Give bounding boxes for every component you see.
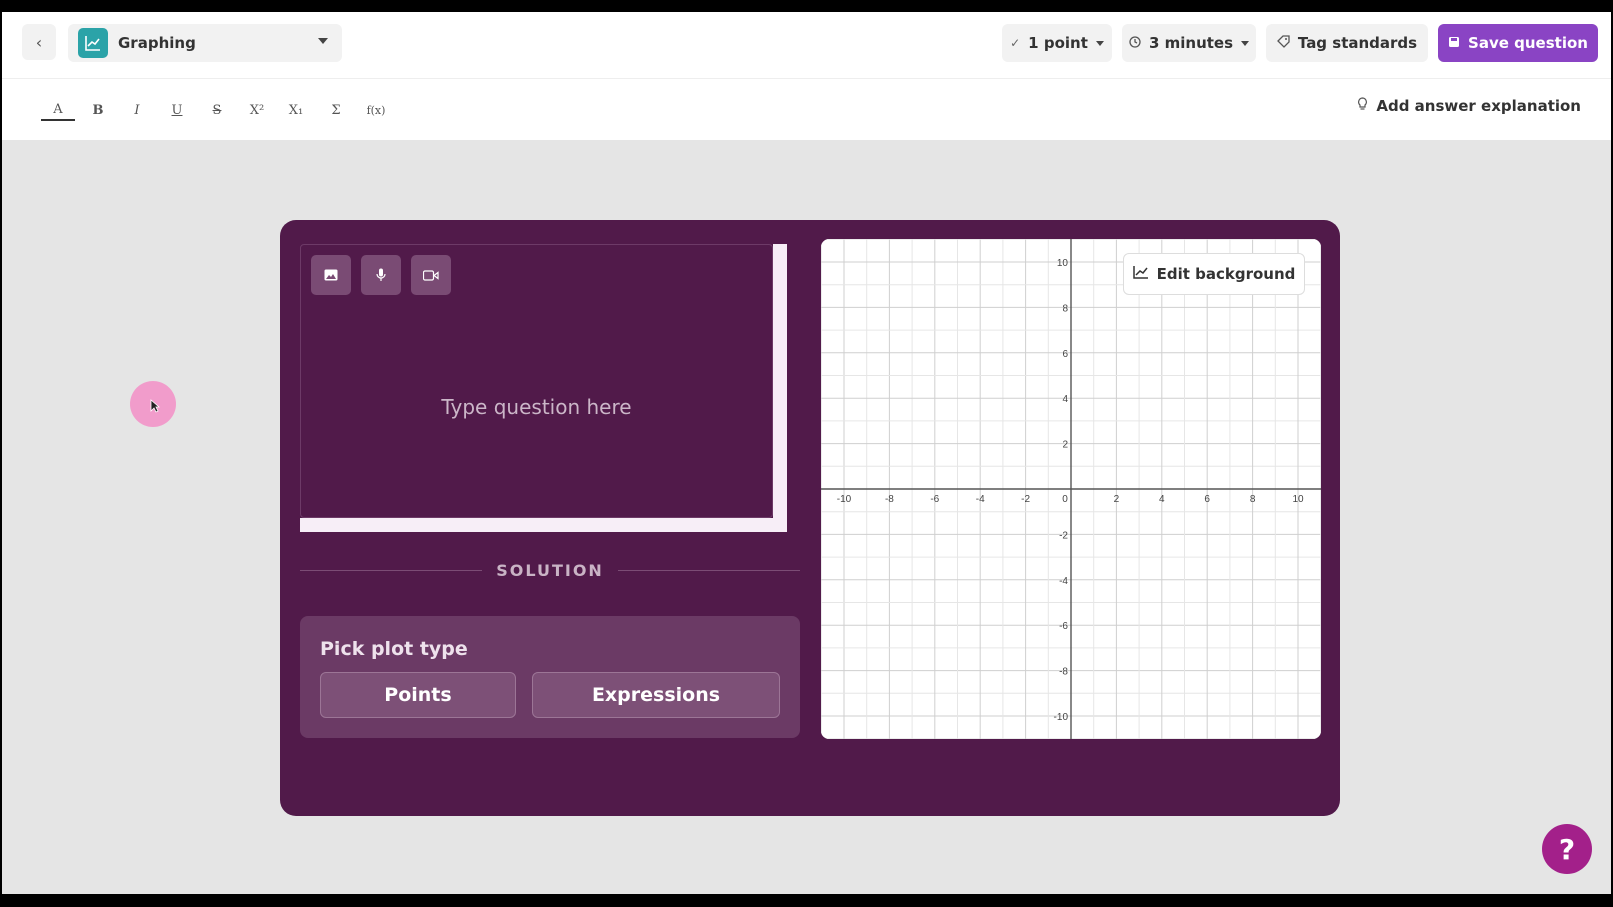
lightbulb-icon	[1357, 97, 1368, 115]
strikethrough-button[interactable]: S	[200, 99, 234, 121]
edit-background-button[interactable]: Edit background	[1123, 253, 1305, 295]
y-tick-label: 4	[1062, 394, 1068, 405]
question-type-label: Graphing	[118, 34, 196, 52]
y-tick-label: 10	[1057, 258, 1069, 269]
x-tick-label: 2	[1114, 494, 1120, 505]
y-tick-label: 2	[1062, 440, 1068, 451]
y-tick-label: -6	[1059, 621, 1068, 632]
italic-button[interactable]: I	[120, 99, 154, 121]
question-editor[interactable]: Type question here	[300, 244, 773, 518]
text-color-button[interactable]: A	[41, 99, 75, 121]
edit-background-label: Edit background	[1156, 265, 1296, 283]
points-dropdown[interactable]: ✓ 1 point	[1002, 24, 1112, 62]
solution-label: SOLUTION	[496, 560, 604, 580]
caret-down-icon	[1241, 40, 1250, 46]
x-tick-label: -6	[930, 494, 939, 505]
time-label: 3 minutes	[1148, 34, 1234, 52]
bold-button[interactable]: B	[81, 99, 115, 121]
check-icon: ✓	[1010, 36, 1021, 50]
y-tick-label: 8	[1062, 303, 1068, 314]
x-tick-label: 8	[1250, 494, 1256, 505]
function-button[interactable]: f(x)	[359, 99, 393, 121]
underline-button[interactable]: U	[160, 99, 194, 121]
save-icon	[1448, 34, 1460, 52]
tag-standards-label: Tag standards	[1297, 34, 1418, 52]
editor-resize-edge	[300, 518, 787, 532]
app-window: ‹ Graphing ✓ 1 point 3 minutes Tag stand	[2, 12, 1611, 894]
format-toolbar: A B I U S X² X₁ Σ f(x) Add answer explan…	[2, 78, 1611, 140]
plot-type-panel: Pick plot type Points Expressions	[300, 616, 800, 738]
add-explanation-button[interactable]: Add answer explanation	[1357, 97, 1581, 115]
coordinate-grid: -10 -8 -6 -4 -2 0 2 4 6 8 10 10 8 6 4 2 -2 -4 -6 -8 -10	[821, 239, 1321, 739]
cursor-highlight	[130, 381, 176, 427]
solution-divider: SOLUTION	[300, 558, 801, 582]
save-question-button[interactable]: Save question	[1438, 24, 1598, 62]
expressions-option-button[interactable]: Expressions	[532, 672, 780, 718]
add-explanation-label: Add answer explanation	[1376, 97, 1581, 115]
points-option-button[interactable]: Points	[320, 672, 516, 718]
save-label: Save question	[1468, 34, 1588, 52]
back-button[interactable]: ‹	[22, 24, 56, 60]
time-dropdown[interactable]: 3 minutes	[1122, 24, 1256, 62]
top-bar: ‹ Graphing ✓ 1 point 3 minutes Tag stand	[2, 12, 1611, 78]
subscript-button[interactable]: X₁	[279, 99, 313, 121]
y-tick-label: -4	[1059, 576, 1068, 587]
summation-button[interactable]: Σ	[319, 99, 353, 121]
y-tick-label: -8	[1059, 667, 1068, 678]
clock-icon	[1129, 34, 1141, 52]
question-type-select[interactable]: Graphing	[68, 24, 342, 62]
x-tick-label: 10	[1292, 494, 1304, 505]
x-tick-label: -4	[976, 494, 985, 505]
graph-icon	[78, 28, 108, 58]
divider-line	[300, 569, 483, 571]
help-button[interactable]: ?	[1542, 824, 1592, 874]
x-tick-label: -10	[837, 494, 852, 505]
x-tick-label: 4	[1159, 494, 1165, 505]
graph-canvas[interactable]: -10 -8 -6 -4 -2 0 2 4 6 8 10 10 8 6 4 2 -2 -4 -6 -8 -10 Edit…	[821, 239, 1321, 739]
y-tick-label: -2	[1059, 530, 1068, 541]
question-card: Type question here SOLUTION Pick plot ty…	[280, 220, 1340, 816]
question-placeholder: Type question here	[441, 395, 632, 419]
tag-icon	[1276, 34, 1290, 52]
chevron-left-icon: ‹	[35, 32, 43, 52]
divider-line	[617, 569, 801, 571]
y-tick-label: 6	[1062, 349, 1068, 360]
points-label: 1 point	[1028, 34, 1088, 52]
x-tick-label: -8	[885, 494, 894, 505]
editor-resize-edge	[773, 244, 787, 532]
plot-type-title: Pick plot type	[320, 638, 468, 660]
x-tick-label: 6	[1204, 494, 1210, 505]
chart-icon	[1132, 265, 1149, 283]
y-tick-label: -10	[1054, 712, 1069, 723]
tag-standards-button[interactable]: Tag standards	[1266, 24, 1428, 62]
x-tick-label: -2	[1021, 494, 1030, 505]
superscript-button[interactable]: X²	[240, 99, 274, 121]
caret-down-icon	[318, 38, 328, 44]
caret-down-icon	[1095, 40, 1104, 46]
x-tick-label: 0	[1062, 494, 1068, 505]
